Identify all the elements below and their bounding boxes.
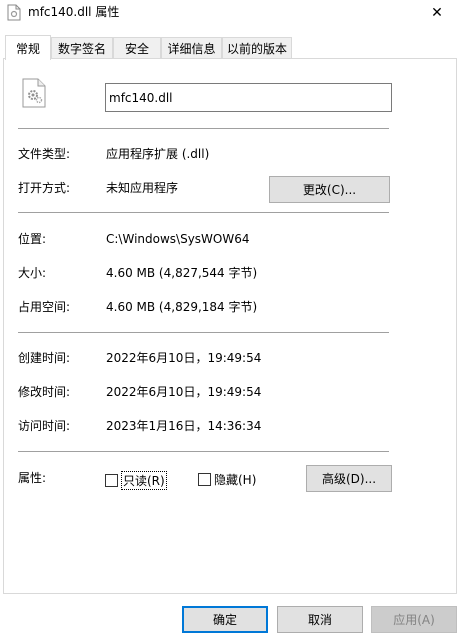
created-label: 创建时间: (18, 351, 71, 365)
ok-button-label: 确定 (212, 613, 237, 627)
accessed-label: 访问时间: (18, 419, 71, 433)
divider (18, 128, 389, 129)
cancel-button[interactable]: 取消 (277, 606, 363, 633)
file-type-value: 应用程序扩展 (.dll) (106, 147, 210, 161)
hidden-checkbox-box[interactable] (198, 473, 211, 486)
tab-previous-versions[interactable]: 以前的版本 (222, 37, 292, 59)
size-on-disk-value: 4.60 MB (4,829,184 字节) (106, 300, 258, 314)
close-icon: ✕ (431, 5, 443, 21)
modified-label: 修改时间: (18, 385, 71, 399)
tab-security[interactable]: 安全 (113, 37, 161, 59)
title-bar[interactable]: mfc140.dll 属性 ✕ (0, 0, 460, 26)
accessed-value: 2023年1月16日，14:36:34 (106, 419, 262, 433)
file-name-input[interactable] (105, 83, 392, 112)
tab-strip: 常规 数字签名 安全 详细信息 以前的版本 (0, 35, 460, 60)
readonly-checkbox[interactable]: 只读(R) (105, 471, 167, 490)
readonly-checkbox-label: 只读(R) (121, 471, 167, 490)
open-with-value: 未知应用程序 (106, 181, 179, 195)
tab-label: 常规 (15, 41, 40, 56)
window-title: mfc140.dll 属性 (28, 5, 120, 19)
dll-file-icon (22, 78, 46, 108)
change-button[interactable]: 更改(C)... (269, 176, 390, 203)
divider (18, 451, 389, 452)
created-value: 2022年6月10日，19:49:54 (106, 351, 262, 365)
tab-label: 以前的版本 (226, 42, 287, 56)
tab-digital-signatures[interactable]: 数字签名 (51, 37, 113, 59)
hidden-checkbox[interactable]: 隐藏(H) (198, 471, 256, 488)
size-on-disk-label: 占用空间: (18, 300, 71, 314)
tab-details[interactable]: 详细信息 (161, 37, 222, 59)
location-label: 位置: (18, 232, 47, 246)
divider (18, 332, 389, 333)
general-panel (3, 58, 457, 594)
readonly-checkbox-box[interactable] (105, 474, 118, 487)
close-button[interactable]: ✕ (414, 0, 460, 26)
modified-value: 2022年6月10日，19:49:54 (106, 385, 262, 399)
hidden-checkbox-label: 隐藏(H) (214, 473, 257, 487)
file-icon (7, 4, 21, 21)
divider (18, 212, 389, 213)
location-value: C:\Windows\SysWOW64 (106, 232, 250, 246)
file-type-label: 文件类型: (18, 147, 71, 161)
size-label: 大小: (18, 266, 47, 280)
open-with-label: 打开方式: (18, 181, 71, 195)
apply-button-label: 应用(A) (393, 613, 435, 627)
tab-label: 安全 (124, 42, 149, 56)
advanced-button-label: 高级(D)... (321, 472, 377, 486)
cancel-button-label: 取消 (307, 613, 332, 627)
change-button-label: 更改(C)... (302, 183, 357, 197)
tab-label: 详细信息 (167, 42, 216, 56)
attributes-label: 属性: (18, 471, 47, 485)
tab-general[interactable]: 常规 (5, 35, 51, 60)
apply-button[interactable]: 应用(A) (371, 606, 457, 633)
size-value: 4.60 MB (4,827,544 字节) (106, 266, 258, 280)
advanced-button[interactable]: 高级(D)... (306, 465, 392, 492)
ok-button[interactable]: 确定 (182, 606, 268, 633)
dialog-footer: 确定 取消 应用(A) (0, 594, 460, 633)
tab-label: 数字签名 (57, 42, 106, 56)
